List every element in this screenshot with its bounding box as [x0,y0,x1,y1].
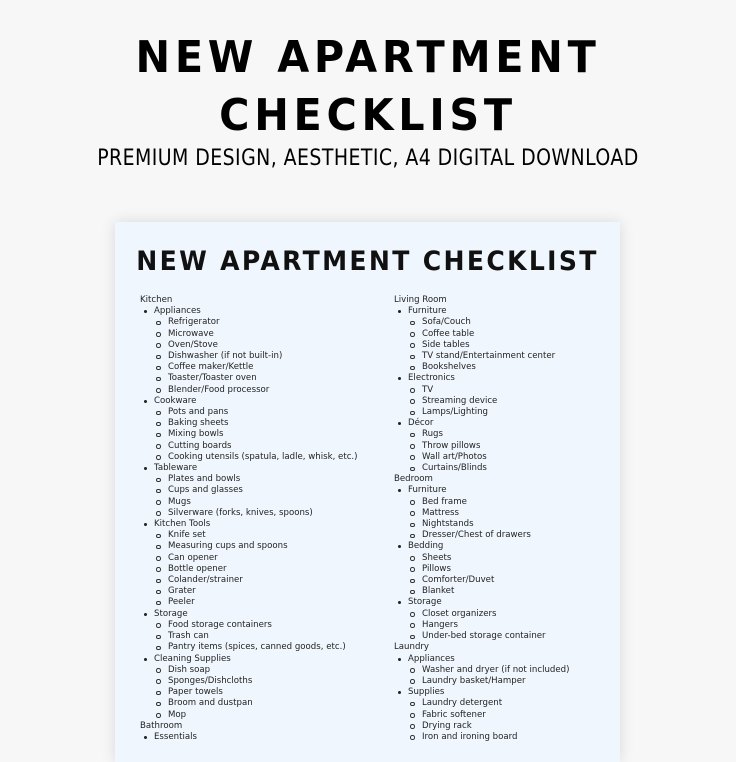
checklist-item: Toaster/Toaster oven [140,373,380,384]
category-item: Supplies [394,687,614,698]
section-title-living-room: Living Room [394,295,447,305]
checklist-item: Laundry detergent [394,698,614,709]
checklist-item: Trash can [140,631,380,642]
section-title-laundry: Laundry [394,642,430,653]
checklist-item: Cups and glasses [140,485,380,496]
hero-title-line1: NEW APARTMENT [135,32,601,83]
checklist-item: Knife set [140,530,380,541]
category-item: Appliances [140,306,380,317]
checklist-item: TV [394,385,614,396]
checklist-item: Baking sheets [140,418,380,429]
checklist-item: Iron and ironing board [394,732,614,743]
checklist-item: Comforter/Duvet [394,575,614,586]
checklist-item: Silverware (forks, knives, spoons) [140,508,380,519]
checklist-item: Bed frame [394,497,614,508]
checklist-item: Under-bed storage container [394,631,614,642]
section-list-bedroom: Furniture Bed frame Mattress Nightstands Dre… [394,485,614,642]
category-item: Décor [394,418,614,429]
checklist-item: Mop [140,710,380,721]
hero-subtitle: PREMIUM DESIGN, AESTHETIC, A4 DIGITAL DO… [97,146,639,171]
checklist-item: Microwave [140,329,380,340]
section-list-kitchen: Appliances Refrigerator Microwave Oven/Stov… [140,306,380,721]
checklist-item: Washer and dryer (if not included) [394,665,614,676]
category-item: Kitchen Tools [140,519,380,530]
checklist-item: Fabric softener [394,710,614,721]
checklist-item: Lamps/Lighting [394,407,614,418]
checklist-item: Food storage containers [140,620,380,631]
checklist-item: Cutting boards [140,441,380,452]
left-column: Kitchen Appliances Refrigerator Microwave Ov… [140,295,380,743]
section-title-kitchen: Kitchen [140,295,173,305]
checklist-item: Curtains/Blinds [394,463,614,474]
checklist-item: Coffee maker/Kettle [140,362,380,373]
section-title-bathroom: Bathroom [140,720,183,731]
checklist-item: Bottle opener [140,564,380,575]
category-item: Essentials [140,732,380,743]
checklist-item: Broom and dustpan [140,698,380,709]
section-list-living-room: Furniture Sofa/Couch Coffee table Side tabl… [394,306,614,474]
category-item: Furniture [394,306,614,317]
checklist-item: Sponges/Dishcloths [140,676,380,687]
checklist-item: Sofa/Couch [394,317,614,328]
checklist-item: Paper towels [140,687,380,698]
checklist-item: Pantry items (spices, canned goods, etc.… [140,642,380,653]
checklist-item: Blanket [394,586,614,597]
checklist-item: Oven/Stove [140,340,380,351]
category-item: Cookware [140,396,380,407]
checklist-item: Dish soap [140,665,380,676]
checklist-item: Nightstands [394,519,614,530]
checklist-item: Mugs [140,497,380,508]
checklist-item: Mattress [394,508,614,519]
checklist-item: Cooking utensils (spatula, ladle, whisk,… [140,452,380,463]
category-item: Cleaning Supplies [140,654,380,665]
checklist-document: NEW APARTMENT CHECKLIST Kitchen Appliance… [115,222,620,762]
category-item: Storage [394,597,614,608]
right-column: Living Room Furniture Sofa/Couch Coffee tab… [394,295,614,743]
checklist-item: Closet organizers [394,609,614,620]
checklist-item: Drying rack [394,721,614,732]
category-item: Electronics [394,373,614,384]
checklist-item: Pots and pans [140,407,380,418]
checklist-item: Mixing bowls [140,429,380,440]
category-item: Furniture [394,485,614,496]
checklist-item: TV stand/Entertainment center [394,351,614,362]
category-item: Storage [140,609,380,620]
checklist-item: Blender/Food processor [140,385,380,396]
checklist-item: Peeler [140,597,380,608]
checklist-item: Pillows [394,564,614,575]
checklist-item: Streaming device [394,396,614,407]
checklist-item: Hangers [394,620,614,631]
checklist-item: Wall art/Photos [394,452,614,463]
category-item: Appliances [394,654,614,665]
checklist-item: Throw pillows [394,441,614,452]
checklist-item: Colander/strainer [140,575,380,586]
section-list-laundry: Appliances Washer and dryer (if not inclu… [394,654,614,744]
checklist-item: Side tables [394,340,614,351]
hero-title-line2: CHECKLIST [219,90,517,141]
checklist-item: Dresser/Chest of drawers [394,530,614,541]
checklist-item: Plates and bowls [140,474,380,485]
checklist-item: Grater [140,586,380,597]
checklist-item: Coffee table [394,329,614,340]
checklist-item: Can opener [140,553,380,564]
category-item: Bedding [394,541,614,552]
checklist-item: Rugs [394,429,614,440]
section-title-bedroom: Bedroom [394,474,433,485]
checklist-item: Bookshelves [394,362,614,373]
checklist-item: Refrigerator [140,317,380,328]
checklist-item: Laundry basket/Hamper [394,676,614,687]
document-title: NEW APARTMENT CHECKLIST [136,246,599,277]
checklist-item: Sheets [394,553,614,564]
category-item: Tableware [140,463,380,474]
section-list-bathroom: Essentials [140,732,380,743]
checklist-item: Dishwasher (if not built-in) [140,351,380,362]
checklist-item: Measuring cups and spoons [140,541,380,552]
